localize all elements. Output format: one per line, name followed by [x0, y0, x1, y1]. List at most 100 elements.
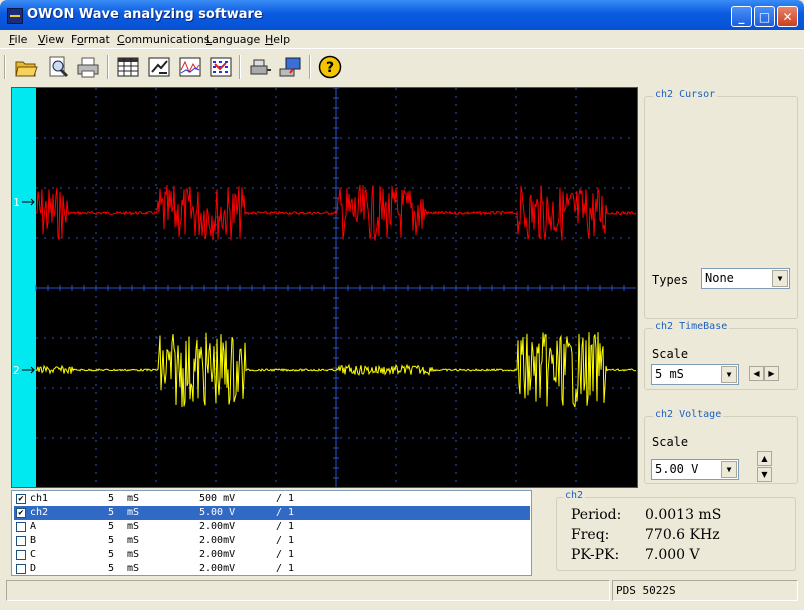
channel-row-d[interactable]: D 5 mS 2.00mV / 1	[14, 562, 530, 575]
open-icon[interactable]	[13, 54, 39, 80]
channel-row-ch1[interactable]: ✔ ch1 5 mS 500 mV / 1	[14, 492, 530, 506]
menu-format[interactable]: Format	[71, 33, 110, 46]
window-title: OWON Wave analyzing software	[27, 7, 263, 22]
connect-icon[interactable]	[247, 54, 273, 80]
status-pane-main	[6, 580, 610, 601]
toolbar-separator	[239, 55, 241, 79]
channel-time: 5	[108, 507, 115, 518]
trigger-bar	[12, 88, 36, 487]
channel-time: 5	[108, 493, 115, 504]
channel-checkbox[interactable]	[16, 564, 26, 574]
waveform-icon[interactable]	[177, 54, 203, 80]
channel-probe: / 1	[276, 493, 295, 504]
period-label: Period:	[571, 507, 622, 523]
status-pane-model: PDS 5022S	[612, 580, 798, 601]
voltage-group-title: ch2 Voltage	[653, 409, 724, 420]
waveform-display[interactable]: 1 2	[11, 87, 638, 488]
channel-time: 5	[108, 521, 115, 532]
channel-probe: / 1	[276, 507, 295, 518]
export-icon[interactable]	[146, 54, 172, 80]
voltage-scale-label: Scale	[652, 435, 689, 449]
chevron-down-icon[interactable]: ▼	[721, 366, 737, 383]
timebase-group: ch2 TimeBase Scale 5 mS ▼ ◀ ▶	[644, 321, 798, 390]
channel-volts: 2.00mV	[199, 521, 236, 532]
channel-checkbox[interactable]: ✔	[16, 508, 26, 518]
channel-probe: / 1	[276, 549, 295, 560]
voltage-down-button[interactable]: ▼	[757, 467, 772, 482]
channel-row-ch2[interactable]: ✔ ch2 5 mS 5.00 V / 1	[14, 506, 530, 520]
channel-time-unit: mS	[127, 493, 140, 504]
channel-list[interactable]: ✔ ch1 5 mS 500 mV / 1 ✔ ch2 5 mS 5.00 V / 1 A 5 mS 2.00…	[11, 490, 532, 576]
usb-transfer-icon[interactable]	[277, 54, 303, 80]
toolbar-separator	[107, 55, 109, 79]
channel-time-unit: mS	[127, 535, 140, 546]
status-bar: PDS 5022S	[4, 578, 800, 604]
minimize-button[interactable]: _	[731, 6, 752, 27]
channel-time: 5	[108, 549, 115, 560]
channel-time-unit: mS	[127, 521, 140, 532]
channel-volts: 500 mV	[199, 493, 236, 504]
types-label: Types	[652, 273, 689, 287]
menu-file[interactable]: File	[9, 33, 27, 46]
chevron-down-icon[interactable]: ▼	[772, 270, 788, 287]
cursor-group: ch2 Cursor Types None ▼	[644, 89, 798, 319]
menu-view[interactable]: View	[38, 33, 64, 46]
svg-text:?: ?	[326, 60, 334, 76]
timebase-scale-select[interactable]: 5 mS ▼	[651, 364, 739, 385]
channel-probe: / 1	[276, 563, 295, 574]
channel-checkbox[interactable]: ✔	[16, 494, 26, 504]
voltage-up-button[interactable]: ▲	[757, 451, 772, 466]
chevron-down-icon[interactable]: ▼	[721, 461, 737, 478]
print-preview-icon[interactable]	[45, 54, 71, 80]
voltage-scale-select[interactable]: 5.00 V ▼	[651, 459, 739, 480]
freq-value: 770.6 KHz	[645, 527, 720, 543]
channel-probe: / 1	[276, 521, 295, 532]
channel-name: ch1	[30, 493, 49, 504]
channel-volts: 2.00mV	[199, 535, 236, 546]
toolbar-grip	[4, 55, 6, 79]
menu-help[interactable]: Help	[265, 33, 290, 46]
pkpk-label: PK-PK:	[571, 547, 620, 563]
cursor-types-select[interactable]: None ▼	[701, 268, 790, 289]
channel-name: A	[30, 521, 37, 532]
channel-name: B	[30, 535, 37, 546]
app-icon	[7, 8, 23, 24]
menu-bar: File View Format Communications Language…	[0, 30, 804, 49]
cursor-group-title: ch2 Cursor	[653, 89, 718, 100]
channel-volts: 2.00mV	[199, 549, 236, 560]
channel-row-b[interactable]: B 5 mS 2.00mV / 1	[14, 534, 530, 548]
maximize-button[interactable]: □	[754, 6, 775, 27]
channel-row-c[interactable]: C 5 mS 2.00mV / 1	[14, 548, 530, 562]
multi-waveform-icon[interactable]	[208, 54, 234, 80]
svg-text:2: 2	[13, 364, 20, 377]
channel-checkbox[interactable]	[16, 522, 26, 532]
graticule	[35, 88, 636, 487]
channel-checkbox[interactable]	[16, 550, 26, 560]
timebase-right-button[interactable]: ▶	[764, 366, 779, 381]
waveform-canvas: 1 2	[12, 88, 637, 487]
channel-time-unit: mS	[127, 563, 140, 574]
toolbar-separator	[309, 55, 311, 79]
channel-volts: 5.00 V	[199, 507, 236, 518]
period-value: 0.0013 mS	[645, 507, 722, 523]
measurements-group: ch2 Period: 0.0013 mS Freq: 770.6 KHz PK…	[556, 490, 796, 571]
channel-name: ch2	[30, 507, 49, 518]
channel-checkbox[interactable]	[16, 536, 26, 546]
svg-text:1: 1	[13, 196, 20, 209]
help-icon[interactable]: ?	[317, 54, 343, 80]
device-model: PDS 5022S	[616, 584, 676, 597]
channel-row-a[interactable]: A 5 mS 2.00mV / 1	[14, 520, 530, 534]
pkpk-value: 7.000 V	[645, 547, 700, 563]
timebase-left-button[interactable]: ◀	[749, 366, 764, 381]
data-table-icon[interactable]	[115, 54, 141, 80]
toolbar: ?	[0, 50, 804, 84]
channel-time-unit: mS	[127, 507, 140, 518]
menu-communications[interactable]: Communications	[117, 33, 209, 46]
close-button[interactable]: ✕	[777, 6, 798, 27]
print-icon[interactable]	[75, 54, 101, 80]
menu-language[interactable]: Language	[206, 33, 260, 46]
channel-probe: / 1	[276, 535, 295, 546]
right-panel: ch2 Cursor Types None ▼ ch2 TimeBase Sca…	[642, 86, 800, 490]
timebase-group-title: ch2 TimeBase	[653, 321, 730, 332]
channel-name: C	[30, 549, 37, 560]
